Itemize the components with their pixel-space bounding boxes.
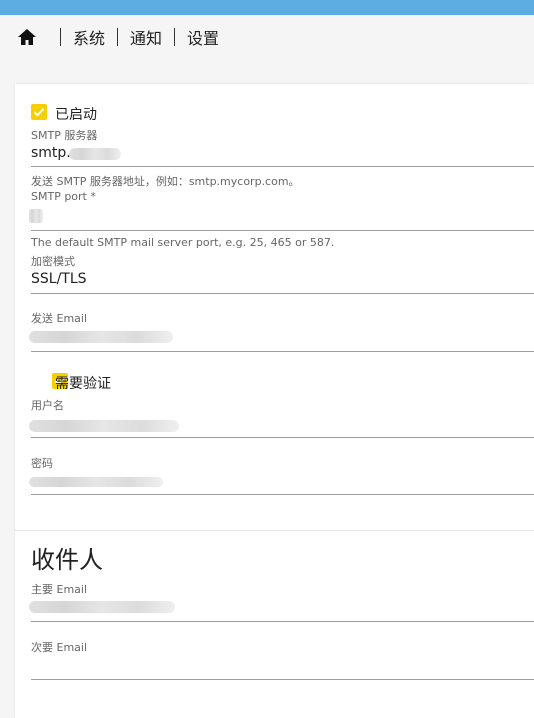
smtp-port-input[interactable] (31, 230, 534, 231)
password-input[interactable] (31, 494, 534, 495)
nav-link-system[interactable]: 系统 (73, 25, 105, 49)
redacted-text (29, 601, 175, 613)
primary-email-label: 主要 Email (31, 583, 88, 596)
section-divider (15, 530, 534, 531)
recipients-title: 收件人 (31, 546, 103, 574)
nav-separator (117, 28, 119, 46)
encryption-underline (31, 293, 534, 294)
secondary-email-input[interactable] (31, 679, 534, 680)
username-input[interactable] (31, 437, 534, 438)
sender-email-input[interactable] (31, 351, 534, 352)
auth-required-label: 需要验证 (55, 376, 111, 392)
redacted-text (29, 477, 163, 487)
secondary-email-label: 次要 Email (31, 641, 88, 654)
smtp-server-hint: 发送 SMTP 服务器地址，例如：smtp.mycorp.com。 (31, 175, 300, 188)
enabled-label: 已启动 (55, 107, 97, 123)
redacted-text (29, 209, 43, 223)
enabled-checkbox[interactable] (31, 104, 47, 120)
username-label: 用户名 (31, 399, 64, 412)
smtp-server-label: SMTP 服务器 (31, 129, 98, 142)
breadcrumb-nav: 系统 通知 设置 (16, 24, 219, 50)
password-label: 密码 (31, 457, 53, 470)
smtp-server-value: smtp. (31, 145, 71, 161)
redacted-text (29, 331, 173, 343)
smtp-port-label: SMTP port * (31, 190, 96, 203)
top-accent-bar (0, 0, 534, 15)
redacted-text (69, 148, 121, 160)
smtp-port-hint: The default SMTP mail server port, e.g. … (31, 236, 335, 249)
sender-email-label: 发送 Email (31, 312, 88, 325)
redacted-text (29, 420, 179, 432)
primary-email-input[interactable] (31, 621, 534, 622)
nav-separator (174, 28, 176, 46)
home-icon[interactable] (16, 26, 38, 48)
smtp-server-input[interactable] (31, 166, 534, 167)
nav-separator (60, 28, 61, 46)
nav-link-settings[interactable]: 设置 (187, 25, 219, 49)
encryption-label: 加密模式 (31, 255, 75, 268)
encryption-select[interactable]: SSL/TLS (31, 271, 87, 287)
smtp-settings-card: 已启动 SMTP 服务器 smtp. 发送 SMTP 服务器地址，例如：smtp… (15, 84, 534, 718)
nav-link-notifications[interactable]: 通知 (130, 25, 162, 49)
